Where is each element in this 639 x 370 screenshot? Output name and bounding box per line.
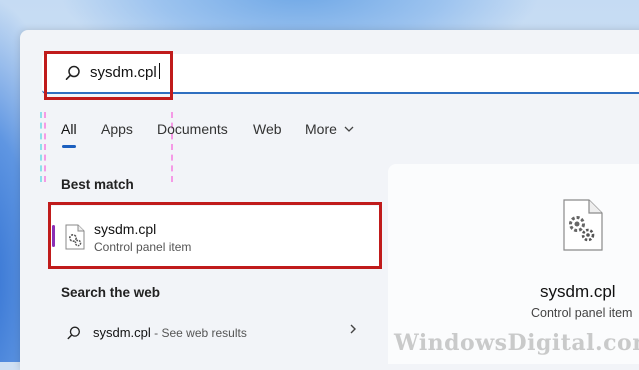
web-results-suffix: - See web results: [150, 326, 247, 340]
tab-apps[interactable]: Apps: [101, 121, 133, 137]
best-match-heading: Best match: [61, 177, 134, 192]
guide-line-left: [44, 112, 46, 182]
web-search-result[interactable]: sysdm.cpl - See web results: [93, 325, 247, 340]
guide-line-left-2: [40, 112, 42, 182]
control-panel-file-icon-large: [563, 199, 603, 251]
tab-documents[interactable]: Documents: [157, 121, 228, 137]
preview-subtitle: Control panel item: [531, 306, 633, 320]
tab-more-label: More: [305, 121, 337, 137]
search-highlight-box: [44, 51, 173, 100]
web-query-text: sysdm.cpl: [93, 325, 151, 340]
tab-all[interactable]: All: [61, 121, 77, 137]
watermark-logo: WindowsDigital.com: [394, 330, 639, 356]
tab-more[interactable]: More: [305, 121, 354, 137]
search-web-heading: Search the web: [61, 285, 161, 300]
search-icon: [67, 326, 80, 340]
preview-title: sysdm.cpl: [540, 282, 616, 301]
result-highlight-box: [48, 202, 382, 269]
chevron-right-icon[interactable]: [348, 322, 358, 336]
tab-web[interactable]: Web: [253, 121, 282, 137]
chevron-down-icon: [344, 126, 354, 132]
active-tab-indicator: [62, 145, 76, 148]
